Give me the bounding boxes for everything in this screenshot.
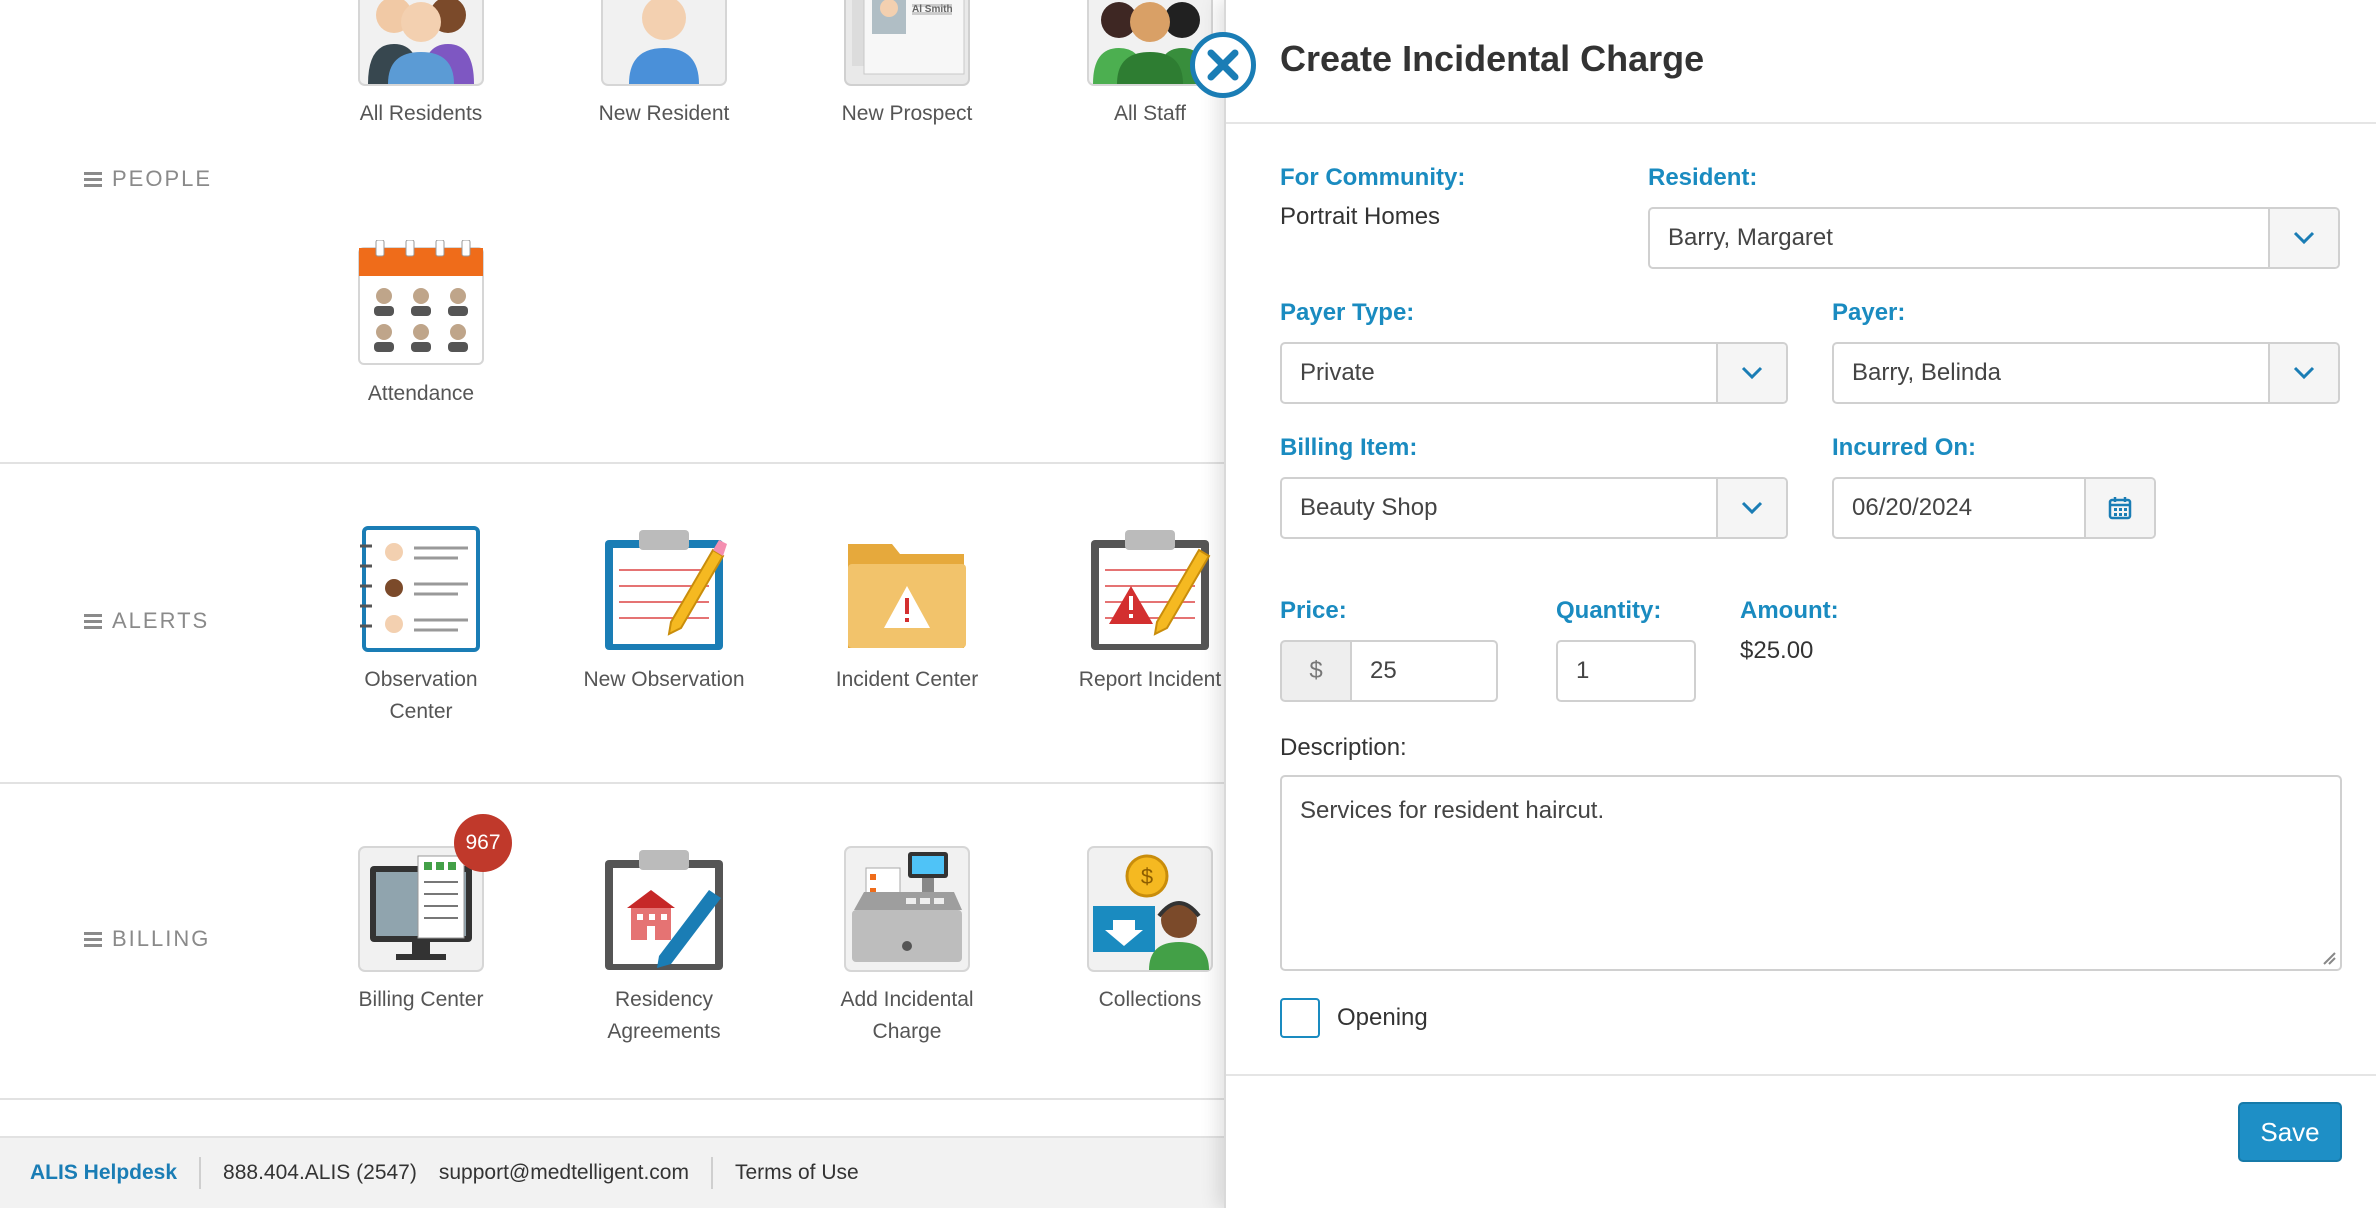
create-incidental-charge-panel: Create Incidental Charge For Community: … [1224, 0, 2376, 1208]
residents-group-icon [358, 0, 484, 86]
chevron-down-icon [1741, 501, 1763, 515]
agreement-clipboard-icon [601, 846, 727, 972]
chevron-down-icon [2293, 231, 2315, 245]
incurred-on-label: Incurred On: [1832, 434, 1977, 461]
price-input[interactable]: 25 [1350, 640, 1498, 702]
new-resident-tile[interactable]: New Resident [554, 0, 774, 130]
footer-divider [199, 1157, 202, 1189]
resize-grip-icon[interactable] [2320, 949, 2336, 965]
footer: ALIS Helpdesk 888.404.ALIS (2547) suppor… [0, 1136, 1224, 1208]
new-prospect-tile[interactable]: Al Smith New Prospect [797, 0, 1017, 130]
incurred-on-date-field[interactable]: 06/20/2024 [1832, 477, 2156, 539]
collections-agent-icon: $ [1087, 846, 1213, 972]
price-label: Price: [1280, 597, 1347, 624]
all-residents-tile[interactable]: All Residents [311, 0, 531, 130]
header-divider [1226, 122, 2376, 124]
payer-label: Payer: [1832, 299, 1906, 326]
community-label: For Community: [1280, 164, 1466, 191]
billing-item-select[interactable]: Beauty Shop [1280, 477, 1788, 539]
billing-section-label[interactable]: BILLING [84, 926, 210, 952]
add-incidental-charge-tile[interactable]: Add Incidental Charge [797, 846, 1017, 1048]
billing-count-badge: 967 [454, 814, 512, 872]
new-resident-icon [601, 0, 727, 86]
description-label: Description: [1280, 734, 1407, 761]
billing-monitor-icon: 967 [358, 814, 512, 972]
incident-center-tile[interactable]: Incident Center [797, 526, 1017, 696]
payer-select[interactable]: Barry, Belinda [1832, 342, 2340, 404]
payer-type-dropdown-button[interactable] [1716, 344, 1786, 402]
chevron-down-icon [2293, 366, 2315, 380]
residency-agreements-tile[interactable]: Residency Agreements [554, 846, 774, 1048]
amount-value: $25.00 [1740, 637, 1814, 664]
clipboard-pencil-icon [601, 526, 727, 652]
new-observation-tile[interactable]: New Observation [554, 526, 774, 696]
resident-dropdown-button[interactable] [2268, 209, 2338, 267]
billing-section: BILLING 967 Billing Center Residency Agr… [0, 784, 1224, 1100]
amount-label: Amount: [1740, 597, 1839, 624]
report-clipboard-icon [1087, 526, 1213, 652]
billing-item-label: Billing Item: [1280, 434, 1418, 461]
menu-icon [84, 931, 102, 947]
payer-type-label: Payer Type: [1280, 299, 1415, 326]
community-value: Portrait Homes [1280, 203, 1441, 230]
attendance-calendar-icon [358, 239, 484, 366]
alerts-section: ALERTS Observation Center New Observatio… [0, 464, 1224, 784]
cash-register-icon [844, 846, 970, 972]
currency-addon: $ [1280, 640, 1352, 702]
people-section-label[interactable]: PEOPLE [84, 166, 212, 192]
incident-folder-icon [844, 526, 970, 652]
date-picker-button[interactable] [2084, 479, 2154, 537]
alerts-section-label[interactable]: ALERTS [84, 608, 209, 634]
chevron-down-icon [1741, 366, 1763, 380]
dashboard: PEOPLE All Residents New Resident Al Smi… [0, 0, 1224, 1208]
description-textarea[interactable]: Services for resident haircut. [1280, 775, 2342, 971]
footer-divider [1226, 1074, 2376, 1076]
close-button[interactable] [1190, 32, 1256, 98]
helpdesk-phone: 888.404.ALIS (2547) [223, 1161, 417, 1184]
menu-icon [84, 613, 102, 629]
svg-text:$: $ [1141, 864, 1153, 889]
people-section: PEOPLE All Residents New Resident Al Smi… [0, 0, 1224, 464]
close-icon [1207, 49, 1239, 81]
footer-divider [710, 1157, 713, 1189]
billing-item-dropdown-button[interactable] [1716, 479, 1786, 537]
attendance-tile[interactable]: Attendance [311, 239, 531, 410]
helpdesk-link[interactable]: ALIS Helpdesk [30, 1161, 177, 1185]
support-email[interactable]: support@medtelligent.com [439, 1161, 689, 1185]
save-button[interactable]: Save [2238, 1102, 2342, 1162]
prospect-card-name: Al Smith [912, 4, 953, 15]
billing-center-tile[interactable]: 967 Billing Center [311, 814, 531, 1016]
opening-label[interactable]: Opening [1337, 1004, 1428, 1032]
resident-select[interactable]: Barry, Margaret [1648, 207, 2340, 269]
menu-icon [84, 171, 102, 187]
prospect-card-icon: Al Smith [844, 0, 970, 86]
quantity-label: Quantity: [1556, 597, 1662, 624]
payer-type-select[interactable]: Private [1280, 342, 1788, 404]
opening-checkbox[interactable] [1280, 998, 1320, 1038]
resident-label: Resident: [1648, 164, 1758, 191]
payer-dropdown-button[interactable] [2268, 344, 2338, 402]
quantity-input[interactable]: 1 [1556, 640, 1696, 702]
observation-notebook-icon [358, 526, 484, 652]
calendar-icon [2108, 497, 2132, 520]
panel-title: Create Incidental Charge [1280, 38, 1705, 79]
observation-center-tile[interactable]: Observation Center [311, 526, 531, 728]
terms-link[interactable]: Terms of Use [735, 1161, 859, 1185]
